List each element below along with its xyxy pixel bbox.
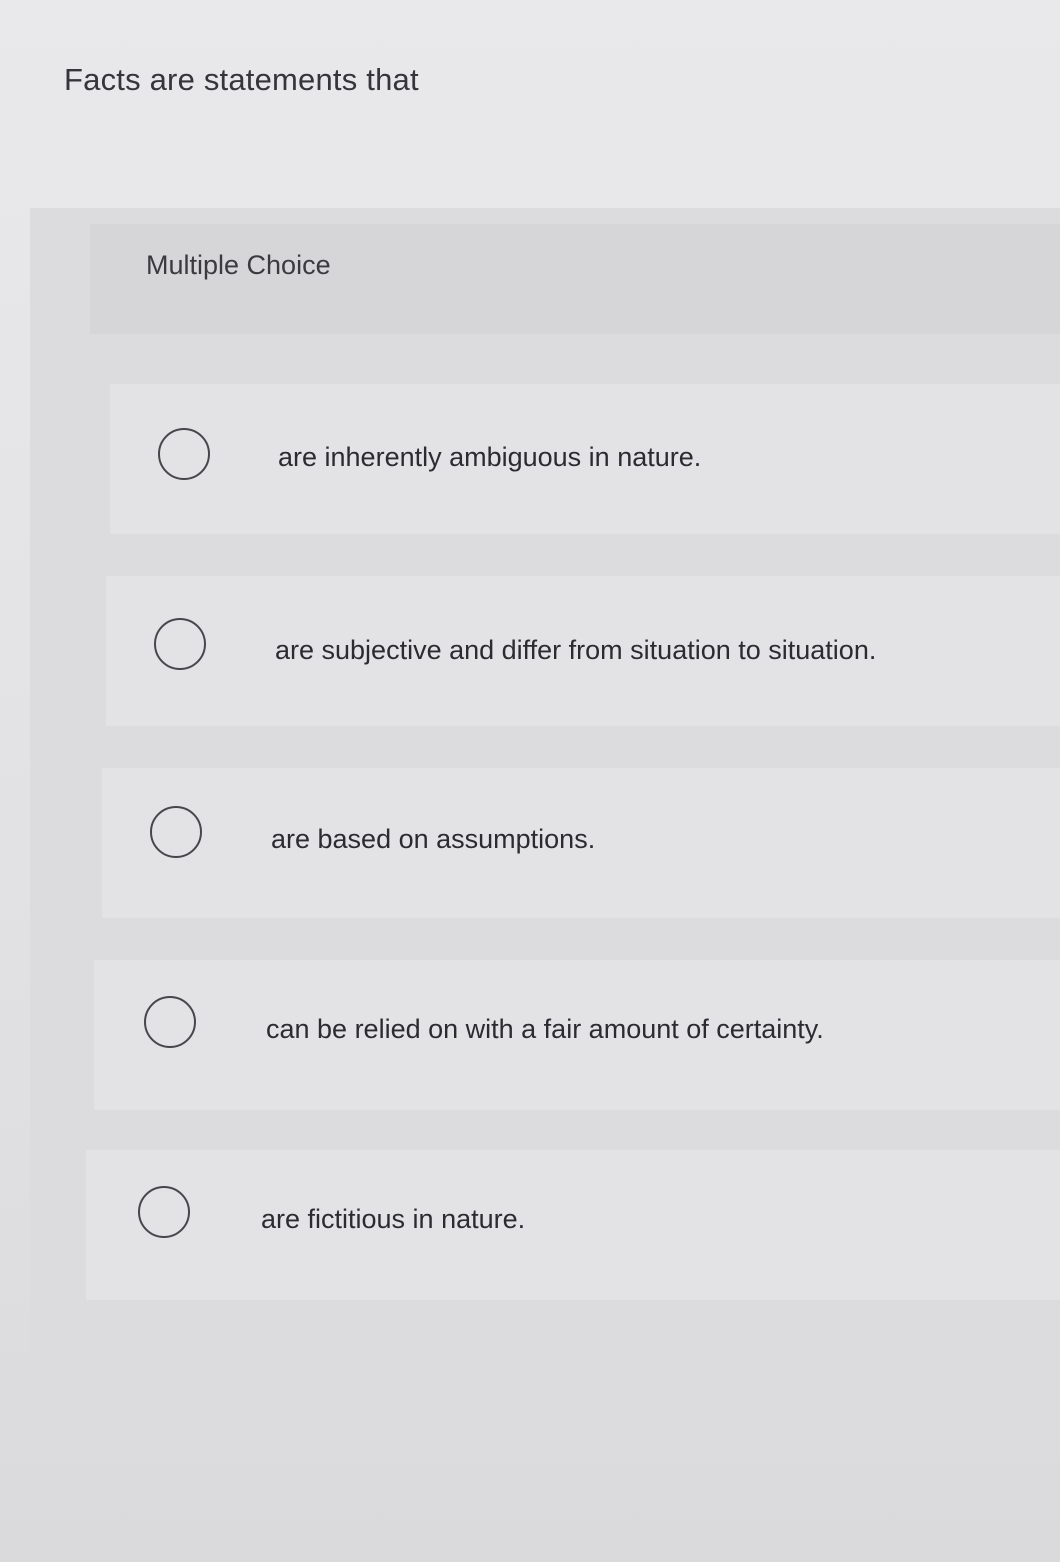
choice-option-1[interactable]: are inherently ambiguous in nature.: [110, 384, 1060, 534]
choice-option-5[interactable]: are fictitious in nature.: [86, 1150, 1060, 1300]
radio-button-5[interactable]: [138, 1186, 190, 1238]
question-stem: Facts are statements that: [64, 62, 419, 97]
choice-label-5: are fictitious in nature.: [261, 1204, 526, 1234]
radio-button-2[interactable]: [154, 618, 206, 670]
radio-button-4[interactable]: [144, 996, 196, 1048]
choice-option-2[interactable]: are subjective and differ from situation…: [106, 576, 1060, 726]
question-type-label: Multiple Choice: [146, 250, 331, 280]
radio-button-1[interactable]: [158, 428, 210, 480]
choice-option-3[interactable]: are based on assumptions.: [102, 768, 1060, 918]
choice-label-3: are based on assumptions.: [271, 824, 596, 854]
choice-option-4[interactable]: can be relied on with a fair amount of c…: [94, 960, 1060, 1110]
choice-label-1: are inherently ambiguous in nature.: [278, 442, 702, 472]
choice-label-4: can be relied on with a fair amount of c…: [266, 1014, 824, 1044]
choice-label-2: are subjective and differ from situation…: [275, 635, 877, 665]
radio-button-3[interactable]: [150, 806, 202, 858]
question-panel: Multiple Choice are inherently ambiguous…: [30, 208, 1060, 1394]
